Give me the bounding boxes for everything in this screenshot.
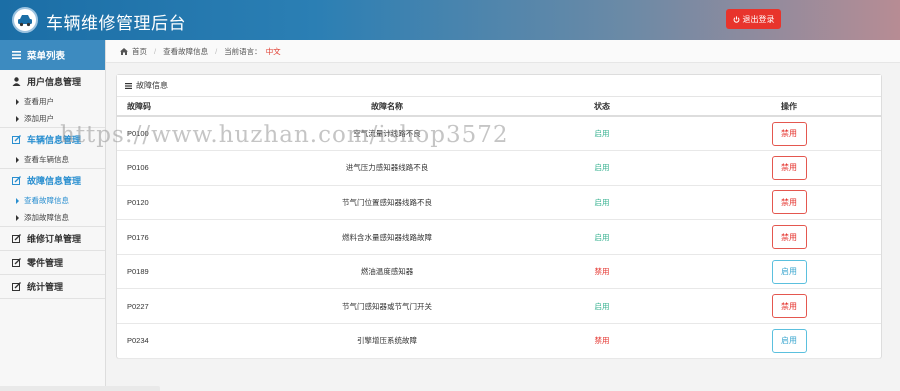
fault-code-cell: P0176 (117, 219, 267, 255)
fault-name-cell: 进气压力感知器线路不良 (267, 150, 507, 186)
status-cell: 启用 (507, 219, 697, 255)
disable-button[interactable]: 禁用 (771, 294, 807, 319)
sidebar-item-stats-management[interactable]: 统计管理 (0, 275, 105, 298)
status-cell: 启用 (507, 185, 697, 221)
status-cell: 禁用 (507, 323, 697, 359)
enable-button[interactable]: 启用 (771, 328, 807, 353)
language-value[interactable]: 中文 (266, 46, 281, 57)
table-row: P0120 节气门位置感知器线路不良 启用 禁用 (117, 185, 881, 221)
sidebar-item-view-users[interactable]: 查看用户 (0, 93, 105, 110)
sidebar-item-vehicle-management[interactable]: 车辆信息管理 (0, 128, 105, 151)
action-cell: 禁用 (697, 150, 881, 186)
table-row: P0100 空气流量计线路不良 启用 禁用 (117, 116, 881, 152)
fault-code-cell: P0120 (117, 185, 267, 221)
column-header-name: 故障名称 (267, 97, 507, 117)
language-label: 当前语言： (224, 46, 262, 56)
edit-icon (12, 258, 21, 267)
table-row: P0227 节气门感知器或节气门开关 启用 禁用 (117, 288, 881, 325)
fault-code-cell: P0234 (117, 323, 267, 359)
user-icon (12, 77, 21, 86)
breadcrumb-current[interactable]: 查看故障信息 (163, 46, 208, 57)
home-icon (120, 47, 128, 55)
sidebar: 菜单列表 用户信息管理 查看用户 添加用户 车辆信息管理 查看车辆信息 故障信息… (0, 40, 106, 391)
disable-button[interactable]: 禁用 (771, 225, 807, 250)
table-row: P0189 燃油温度感知器 禁用 启用 (117, 254, 881, 290)
sidebar-group-vehicles: 车辆信息管理 查看车辆信息 (0, 128, 105, 169)
top-header: 车辆维修管理后台 退出登录 (0, 0, 900, 40)
menu-title: 菜单列表 (0, 40, 105, 70)
column-header-status: 状态 (507, 97, 697, 117)
edit-icon (12, 234, 21, 243)
edit-icon (12, 135, 21, 144)
caret-right-icon (16, 197, 19, 204)
status-cell: 启用 (507, 116, 697, 152)
sidebar-group-parts: 零件管理 (0, 251, 105, 275)
action-cell: 禁用 (697, 185, 881, 221)
fault-name-cell: 燃料含水量感知器线路故障 (267, 219, 507, 255)
logout-button[interactable]: 退出登录 (726, 9, 781, 29)
fault-name-cell: 空气流量计线路不良 (267, 116, 507, 152)
sidebar-item-fault-management[interactable]: 故障信息管理 (0, 169, 105, 192)
fault-code-cell: P0106 (117, 150, 267, 186)
logout-label: 退出登录 (742, 14, 775, 24)
disable-button[interactable]: 禁用 (771, 155, 807, 180)
breadcrumb: 首页 / 查看故障信息 / 当前语言： 中文 (106, 40, 900, 63)
table-row: P0234 引擎增压系统故障 禁用 启用 (117, 323, 881, 359)
breadcrumb-home[interactable]: 首页 (132, 46, 147, 57)
status-cell: 启用 (507, 150, 697, 186)
app-title: 车辆维修管理后台 (46, 14, 186, 33)
column-header-action: 操作 (697, 97, 881, 117)
sidebar-group-stats: 统计管理 (0, 275, 105, 299)
caret-right-icon (16, 98, 19, 105)
sidebar-item-user-management[interactable]: 用户信息管理 (0, 70, 105, 93)
status-cell: 启用 (507, 288, 697, 325)
action-cell: 禁用 (697, 219, 881, 255)
disable-button[interactable]: 禁用 (771, 121, 807, 146)
fault-name-cell: 节气门位置感知器线路不良 (267, 185, 507, 221)
action-cell: 启用 (697, 254, 881, 290)
table-row: P0176 燃料含水量感知器线路故障 启用 禁用 (117, 219, 881, 255)
sidebar-group-orders: 维修订单管理 (0, 227, 105, 251)
status-cell: 禁用 (507, 254, 697, 290)
caret-right-icon (16, 214, 19, 221)
table-header-row: 故障码 故障名称 状态 操作 (117, 97, 881, 117)
fault-info-panel: 故障信息 故障码 故障名称 状态 操作 P0100 空气流量计线路不良 启用 禁用 P0… (116, 74, 882, 359)
fault-code-cell: P0189 (117, 254, 267, 290)
enable-button[interactable]: 启用 (771, 259, 807, 284)
fault-name-cell: 燃油温度感知器 (267, 254, 507, 290)
edit-icon (12, 282, 21, 291)
list-icon (125, 82, 132, 89)
fault-code-cell: P0100 (117, 116, 267, 152)
sidebar-item-order-management[interactable]: 维修订单管理 (0, 227, 105, 250)
breadcrumb-separator: / (215, 46, 218, 56)
breadcrumb-separator: / (154, 46, 157, 56)
sidebar-item-view-vehicles[interactable]: 查看车辆信息 (0, 151, 105, 168)
table-row: P0106 进气压力感知器线路不良 启用 禁用 (117, 150, 881, 186)
list-icon (12, 51, 21, 59)
car-logo-icon (12, 7, 38, 33)
action-cell: 禁用 (697, 288, 881, 325)
caret-right-icon (16, 115, 19, 122)
sidebar-item-add-user[interactable]: 添加用户 (0, 110, 105, 127)
edit-icon (12, 176, 21, 185)
browser-status-bar (0, 386, 160, 391)
sidebar-group-users: 用户信息管理 查看用户 添加用户 (0, 70, 105, 128)
sidebar-item-parts-management[interactable]: 零件管理 (0, 251, 105, 274)
sidebar-item-view-faults[interactable]: 查看故障信息 (0, 192, 105, 209)
fault-name-cell: 节气门感知器或节气门开关 (267, 288, 507, 325)
caret-right-icon (16, 156, 19, 163)
fault-code-cell: P0227 (117, 288, 267, 325)
fault-name-cell: 引擎增压系统故障 (267, 323, 507, 359)
power-icon (733, 15, 739, 23)
column-header-code: 故障码 (117, 97, 267, 117)
action-cell: 禁用 (697, 116, 881, 152)
action-cell: 启用 (697, 323, 881, 359)
fault-table: 故障码 故障名称 状态 操作 P0100 空气流量计线路不良 启用 禁用 P0106 进气… (117, 97, 881, 359)
panel-title: 故障信息 (136, 81, 168, 90)
sidebar-group-faults: 故障信息管理 查看故障信息 添加故障信息 (0, 169, 105, 227)
panel-header: 故障信息 (117, 75, 881, 97)
disable-button[interactable]: 禁用 (771, 190, 807, 215)
sidebar-item-add-fault[interactable]: 添加故障信息 (0, 209, 105, 226)
